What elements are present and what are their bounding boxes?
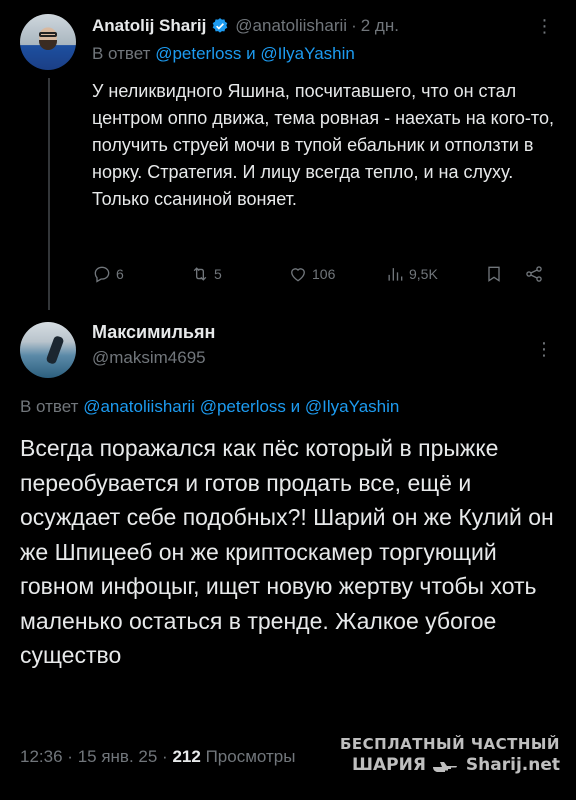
tweet-meta: 12:36 · 15 янв. 25 · 212 Просмотры <box>20 747 295 767</box>
like-button[interactable]: 106 <box>288 264 335 284</box>
focused-tweet[interactable]: Максимильян @maksim4695 ⋮ В ответ @anato… <box>0 305 576 800</box>
watermark-left: ШАРИЯ <box>351 754 426 775</box>
author-handle[interactable]: @maksim4695 <box>92 348 206 368</box>
bookmark-icon <box>488 266 500 282</box>
mention-link[interactable]: @peterloss <box>155 44 241 63</box>
author-handle[interactable]: @anatoliisharii <box>235 16 347 36</box>
separator: · <box>67 747 73 766</box>
watermark: БЕСПЛАТНЫЙ ЧАСТНЫЙ ШАРИЯ Sharij.net <box>338 735 560 787</box>
bookmark-button[interactable] <box>484 264 504 284</box>
avatar-figure <box>45 335 65 365</box>
reply-prefix: В ответ <box>92 44 151 63</box>
share-icon <box>526 266 542 282</box>
mention-link[interactable]: @peterloss <box>200 397 286 416</box>
views-count: 9,5K <box>409 266 438 282</box>
mention-link[interactable]: @IlyaYashin <box>260 44 354 63</box>
views-button[interactable]: 9,5K <box>385 264 438 284</box>
repost-button[interactable]: 5 <box>190 264 222 284</box>
verified-badge-icon <box>213 18 228 33</box>
mention-link[interactable]: @IlyaYashin <box>305 397 399 416</box>
separator: · <box>162 747 168 766</box>
tweet-time[interactable]: 2 дн. <box>361 16 399 36</box>
replying-to: В ответ @anatoliisharii @peterloss и @Il… <box>20 397 399 417</box>
avatar-beard <box>39 40 57 50</box>
pointing-hand-icon <box>432 761 457 772</box>
more-icon[interactable]: ⋮ <box>534 339 554 360</box>
watermark-line2: ШАРИЯ Sharij.net <box>338 754 560 775</box>
thread-line <box>48 78 50 310</box>
mention-link[interactable]: @anatoliisharii <box>83 397 195 416</box>
reply-prefix: В ответ <box>20 397 79 416</box>
tweet-time[interactable]: 12:36 <box>20 747 63 766</box>
repost-icon <box>193 267 207 281</box>
avatar[interactable] <box>20 14 76 70</box>
reply-conjunction: и <box>246 44 256 63</box>
more-icon[interactable]: ⋮ <box>534 16 554 37</box>
tweet-text: Всегда поражался как пёс который в прыжк… <box>20 435 554 668</box>
author-name[interactable]: Максимильян <box>92 322 215 343</box>
avatar[interactable] <box>20 322 76 378</box>
reply-icon <box>94 266 110 283</box>
like-count: 106 <box>312 266 336 282</box>
separator: · <box>351 16 357 35</box>
reply-count: 6 <box>116 266 124 282</box>
tweet-header: Anatolij Sharij @anatoliisharii · 2 дн. <box>92 14 399 38</box>
repost-count: 5 <box>214 266 222 282</box>
tweet-text: У неликвидного Яшина, посчитавшего, что … <box>92 81 554 209</box>
watermark-line1: БЕСПЛАТНЫЙ ЧАСТНЫЙ <box>339 735 560 753</box>
avatar-glasses <box>39 32 57 37</box>
share-button[interactable] <box>524 264 544 284</box>
parent-tweet[interactable]: Anatolij Sharij @anatoliisharii · 2 дн. … <box>0 0 576 310</box>
views-icon <box>388 268 403 281</box>
reply-conjunction: и <box>290 397 301 416</box>
watermark-right: Sharij.net <box>465 754 560 775</box>
author-name[interactable]: Anatolij Sharij <box>92 16 206 36</box>
reply-button[interactable]: 6 <box>92 264 124 284</box>
views-count: 212 <box>172 747 201 766</box>
tweet-date[interactable]: 15 янв. 25 <box>78 747 158 766</box>
action-bar: 6 5 106 9,5K <box>92 264 552 288</box>
replying-to: В ответ @peterloss и @IlyaYashin <box>92 44 355 64</box>
views-label: Просмотры <box>205 747 296 766</box>
like-icon <box>291 268 305 282</box>
